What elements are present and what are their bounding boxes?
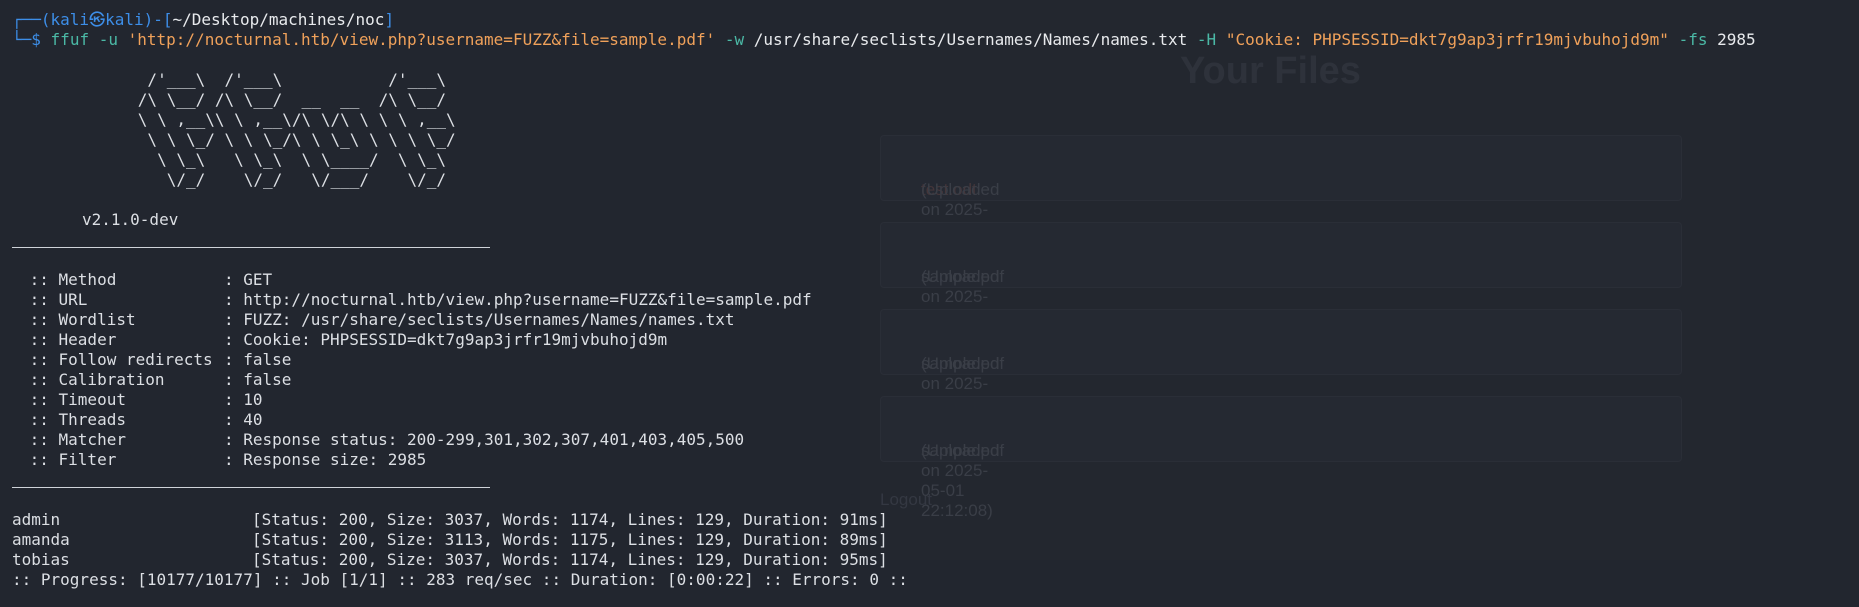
terminal-window[interactable]: ┌──(kali㉿kali)-[~/Desktop/machines/noc] … [0, 0, 1859, 607]
config-row: :: Header: Cookie: PHPSESSID=dkt7g9ap3jr… [20, 330, 668, 349]
prompt-user: kali㉿kali [50, 10, 144, 29]
config-row: :: Method: GET [20, 270, 273, 289]
filter-size-argument: 2985 [1717, 30, 1756, 49]
config-row: :: Filter: Response size: 2985 [20, 450, 427, 469]
ffuf-ascii-banner: /'___\ /'___\ /'___\ /\ \__/ /\ \__/ __ … [137, 70, 456, 189]
config-row: :: Calibration: false [20, 370, 292, 389]
divider [12, 487, 490, 488]
version-text: v2.1.0-dev [82, 210, 179, 229]
result-row: admin [Status: 200, Size: 3037, Words: 11… [12, 510, 888, 529]
progress-line: :: Progress: [10177/10177] :: Job [1/1] … [12, 570, 908, 589]
config-row: :: Timeout: 10 [20, 390, 263, 409]
result-row: tobias [Status: 200, Size: 3037, Words: 1… [12, 550, 888, 569]
prompt-path: ~/Desktop/machines/noc [172, 10, 385, 29]
wordlist-argument: /usr/share/seclists/Usernames/Names/name… [753, 30, 1188, 49]
config-row: :: Threads: 40 [20, 410, 263, 429]
url-argument: 'http://nocturnal.htb/view.php?username=… [127, 30, 716, 49]
result-row: amanda [Status: 200, Size: 3113, Words: 1… [12, 530, 888, 549]
command-name: ffuf [50, 30, 90, 49]
prompt-line: ┌──(kali㉿kali)-[~/Desktop/machines/noc] [12, 10, 395, 29]
command-line[interactable]: └─$ ffuf -u 'http://nocturnal.htb/view.p… [12, 30, 1756, 50]
config-row: :: Matcher: Response status: 200-299,301… [20, 430, 745, 449]
config-row: :: URL: http://nocturnal.htb/view.php?us… [20, 290, 812, 309]
header-argument: "Cookie: PHPSESSID=dkt7g9ap3jrfr19mjvbuh… [1225, 30, 1669, 49]
config-row: :: Wordlist: FUZZ: /usr/share/seclists/U… [20, 310, 735, 329]
divider [12, 247, 490, 248]
config-row: :: Follow redirects: false [20, 350, 292, 369]
